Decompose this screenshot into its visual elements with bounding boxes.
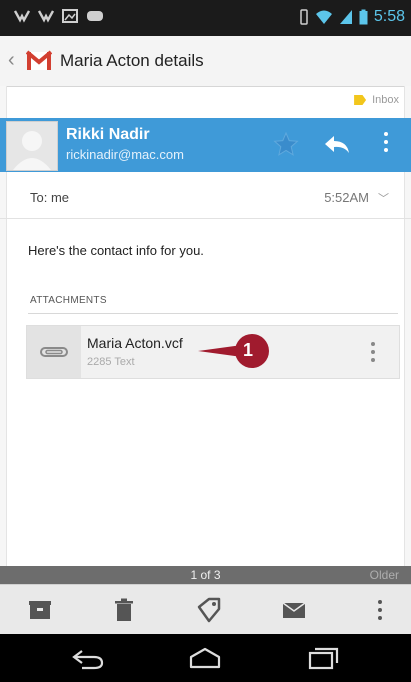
action-bar: ‹ Maria Acton details xyxy=(0,36,411,87)
clock: 5:58 xyxy=(373,8,405,25)
contact-placeholder-icon xyxy=(13,131,51,170)
back-icon[interactable] xyxy=(70,646,106,670)
sender-header[interactable]: Rikki Nadir rickinadir@mac.com xyxy=(0,118,411,172)
avatar[interactable] xyxy=(6,121,58,171)
attachment-meta: 2285 Text xyxy=(87,356,135,368)
archive-icon[interactable] xyxy=(26,597,54,623)
attachment-icon-box xyxy=(27,326,81,378)
battery-icon xyxy=(359,9,368,25)
screen-title: Maria Acton details xyxy=(60,51,204,70)
wifi-icon xyxy=(315,10,332,24)
reply-icon[interactable] xyxy=(322,130,352,158)
overflow-menu-icon[interactable] xyxy=(366,597,394,623)
sender-name: Rikki Nadir xyxy=(66,126,150,143)
star-icon[interactable] xyxy=(272,130,300,158)
vibrate-icon xyxy=(300,9,308,25)
home-icon[interactable] xyxy=(187,646,223,670)
system-nav-bar xyxy=(0,634,411,682)
recipient-row[interactable]: To: me 5:52AM ﹀ xyxy=(0,172,411,219)
label-row: Inbox xyxy=(0,86,411,116)
mark-unread-icon[interactable] xyxy=(280,597,308,623)
older-button[interactable]: Older xyxy=(370,568,399,582)
chat-icon xyxy=(87,11,103,21)
notification-icons xyxy=(14,9,104,23)
overflow-menu-icon[interactable] xyxy=(380,132,392,158)
bottom-toolbar xyxy=(0,584,411,635)
message-pager: 1 of 3 Older xyxy=(0,566,411,584)
recents-icon[interactable] xyxy=(306,646,342,670)
sender-email: rickinadir@mac.com xyxy=(66,147,184,162)
twitter-icon xyxy=(14,10,30,23)
up-caret-icon[interactable]: ‹ xyxy=(8,49,15,72)
attachment-name: Maria Acton.vcf xyxy=(87,335,183,351)
message-body: Here's the contact info for you. xyxy=(28,243,204,258)
attachment-menu-icon[interactable] xyxy=(369,342,377,368)
label-tag-icon xyxy=(354,95,367,105)
twitter-icon xyxy=(38,10,54,23)
recipient-text: To: me xyxy=(30,190,70,205)
image-icon xyxy=(62,9,78,23)
inbox-label[interactable]: Inbox xyxy=(354,94,399,106)
message-time: 5:52AM xyxy=(324,190,369,205)
chevron-down-icon[interactable]: ﹀ xyxy=(378,190,389,206)
callout-marker xyxy=(198,334,269,368)
delete-icon[interactable] xyxy=(110,597,138,623)
paperclip-icon xyxy=(40,347,68,357)
callout-number: 1 xyxy=(242,340,253,360)
label-icon[interactable] xyxy=(195,597,223,623)
divider xyxy=(28,313,398,314)
page-position: 1 of 3 xyxy=(190,568,221,582)
label-text: Inbox xyxy=(372,94,399,106)
signal-icon xyxy=(339,10,352,24)
status-bar: 5:58 xyxy=(0,0,411,36)
gmail-logo[interactable] xyxy=(26,50,52,72)
system-icons: 5:58 xyxy=(299,8,405,26)
attachments-heading: ATTACHMENTS xyxy=(30,295,107,306)
